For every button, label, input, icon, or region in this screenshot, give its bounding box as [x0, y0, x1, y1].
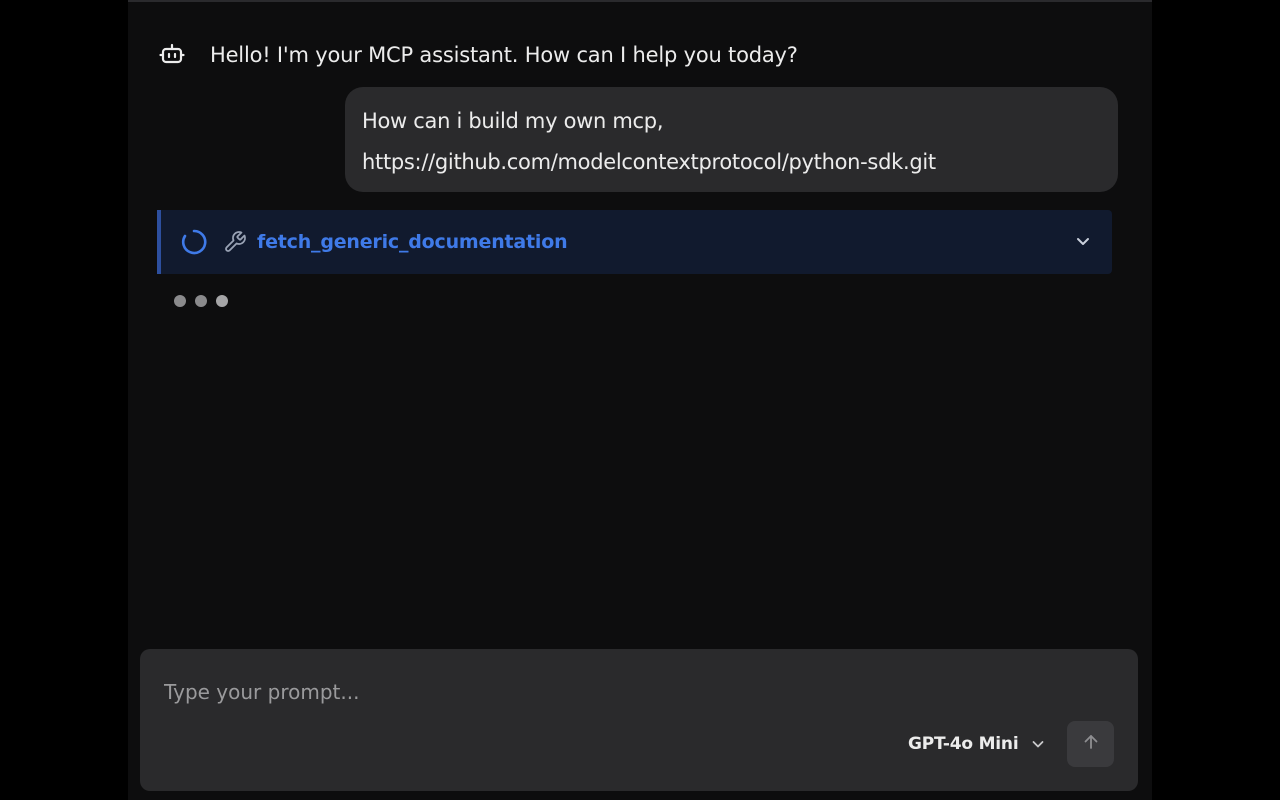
prompt-composer: GPT-4o Mini — [140, 649, 1138, 791]
typing-indicator — [174, 295, 228, 307]
typing-dot — [174, 295, 186, 307]
model-selector-label: GPT-4o Mini — [908, 734, 1019, 754]
user-message: How can i build my own mcp, https://gith… — [345, 87, 1118, 192]
tool-call-card[interactable]: fetch_generic_documentation — [157, 210, 1112, 274]
chat-panel: Hello! I'm your MCP assistant. How can I… — [128, 0, 1152, 800]
user-message-line: How can i build my own mcp, — [362, 109, 664, 133]
chevron-down-icon — [1030, 736, 1046, 752]
user-message-link: https://github.com/modelcontextprotocol/… — [362, 150, 936, 174]
wrench-icon — [223, 230, 247, 254]
model-selector[interactable]: GPT-4o Mini — [908, 734, 1046, 754]
chevron-down-icon[interactable] — [1074, 232, 1092, 250]
tool-call-name: fetch_generic_documentation — [257, 231, 568, 253]
loading-spinner-icon — [181, 229, 207, 255]
typing-dot — [195, 295, 207, 307]
assistant-message-text: Hello! I'm your MCP assistant. How can I… — [210, 43, 798, 67]
robot-icon — [158, 41, 186, 69]
send-button[interactable] — [1067, 721, 1114, 767]
typing-dot — [216, 295, 228, 307]
prompt-input[interactable] — [162, 675, 1066, 709]
arrow-up-icon — [1081, 732, 1101, 756]
assistant-message: Hello! I'm your MCP assistant. How can I… — [158, 38, 798, 72]
